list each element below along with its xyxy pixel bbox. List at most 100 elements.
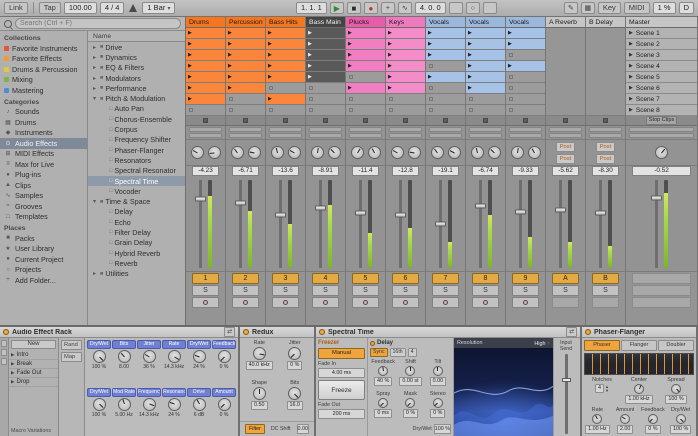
track-stop-button[interactable] [603,118,608,123]
send-a-knob[interactable] [310,146,324,159]
center-knob[interactable] [634,384,644,394]
arm-button[interactable] [232,297,259,308]
input-routing-chooser[interactable] [629,127,694,132]
input-routing-chooser[interactable] [389,127,422,132]
param-value[interactable]: 0 % [402,409,419,418]
macro-value[interactable]: 8.00 [119,364,129,370]
clip-slot-empty[interactable] [346,105,385,116]
input-routing-chooser[interactable] [589,127,622,132]
sidebar-item-current-project[interactable]: ● Current Project [0,254,87,265]
param-knob[interactable] [592,413,603,424]
hot-swap-icon[interactable]: ⇄ [566,327,577,337]
sidebar-item-add-folder[interactable]: + Add Folder... [0,275,87,286]
spread-knob[interactable] [671,384,681,394]
expander-icon[interactable]: ▸ [91,54,98,61]
clip-slot-empty[interactable] [266,105,305,116]
track-activator[interactable]: B [592,273,619,284]
macro-knob[interactable] [217,397,231,411]
send-b-post-toggle[interactable]: Post [555,153,576,164]
param-value[interactable]: 1.00 Hz [585,424,610,434]
sidebar-item-favorite-instruments[interactable]: Favorite Instruments [0,43,87,54]
arm-button[interactable] [392,297,419,308]
resolution-dropdown[interactable]: High ▾ [534,340,550,347]
fader-handle[interactable] [395,212,406,218]
clip-slot-filled[interactable]: ▶ [426,50,465,61]
sidebar-item-max-for-live[interactable]: ≡ Max for Live [0,159,87,170]
track-header[interactable]: Bass Hits [266,17,305,28]
browser-entry-frequency-shifter[interactable]: □ Frequency Shifter [88,135,185,145]
computer-midi-keyboard-icon[interactable]: ▦ [580,2,595,14]
macro-knob[interactable] [117,350,131,363]
output-routing-chooser[interactable] [549,133,582,138]
output-routing-chooser[interactable] [469,133,502,138]
browser-entry-time-space[interactable]: ▾ ■ Time & Space [88,196,185,206]
send-a-knob[interactable] [390,146,404,159]
clip-slot-filled[interactable]: ▶ [466,61,505,72]
clip-slot-filled[interactable]: ▶ [226,28,265,39]
send-b-knob[interactable] [207,146,221,159]
volume-fader[interactable] [315,180,326,268]
filter-toggle[interactable]: Filter [244,424,265,434]
sidebar-item-plug-ins[interactable]: ● Plug-ins [0,170,87,181]
macro-knob[interactable] [92,350,106,363]
volume-display[interactable]: -8.30 [592,166,619,176]
freeze-mode-manual-button[interactable]: Manual [318,348,365,359]
track-stop-button[interactable] [443,118,448,123]
param-value[interactable]: 40 % [374,377,393,386]
send-a-knob[interactable] [470,146,484,159]
volume-display[interactable]: -5.62 [552,166,579,176]
track-header[interactable]: Vocals [426,17,465,28]
variation-launch-icon[interactable]: ▶ [11,352,14,358]
volume-fader[interactable] [595,180,606,268]
macro-value[interactable]: 14.3 kHz [139,412,159,418]
fader-handle[interactable] [315,205,326,211]
input-routing-chooser[interactable] [509,127,542,132]
device-activator-icon[interactable] [243,329,249,335]
variation-row-break[interactable]: ▶ Break [9,360,58,369]
clip-slot-empty[interactable] [466,94,505,105]
clip-slot-empty[interactable] [186,105,225,116]
sidebar-item-clips[interactable]: ▲ Clips [0,180,87,191]
sidebar-item-drums[interactable]: ▦ Drums [0,117,87,128]
track-header[interactable]: Percussion [226,17,265,28]
clip-slot-empty[interactable] [426,105,465,116]
clip-slot-filled[interactable]: ▶ [506,61,545,72]
clip-slot-empty[interactable] [346,94,385,105]
clip-slot-filled[interactable]: ▶ [466,50,505,61]
solo-button[interactable]: S [312,285,339,296]
sidebar-item-projects[interactable]: ○ Projects [0,265,87,276]
clip-slot-filled[interactable]: ▶ [186,28,225,39]
browser-entry-corpus[interactable]: □ Corpus [88,124,185,134]
clip-slot-filled[interactable]: ▶ [346,83,385,94]
metronome-icon[interactable] [129,4,138,12]
macro-knob[interactable] [192,397,206,411]
track-stop-button[interactable] [563,118,568,123]
output-routing-chooser[interactable] [589,133,622,138]
dc-shift-value[interactable]: 0.00 [296,424,310,434]
solo-button[interactable]: S [472,285,499,296]
send-a-knob[interactable] [230,146,244,159]
send-b-knob[interactable] [527,146,541,159]
variation-launch-icon[interactable]: ▶ [11,379,14,385]
key-map-button[interactable]: Key [597,2,621,14]
track-header[interactable]: A Reverb [546,17,585,28]
param-value[interactable]: 16.0 [286,401,303,410]
expander-icon[interactable]: ▸ [91,64,98,71]
arm-button[interactable] [352,297,379,308]
clip-slot-filled[interactable]: ▶ [346,28,385,39]
macro-knob[interactable] [217,350,231,363]
track-stop-button[interactable] [403,118,408,123]
macro-name[interactable]: Mod Rate [112,387,136,397]
param-knob[interactable] [620,413,631,424]
param-value[interactable]: 0.00 [429,377,447,386]
rack-title-bar[interactable]: Audio Effect Rack ⇄ [0,327,238,338]
solo-button[interactable]: S [352,285,379,296]
input-routing-chooser[interactable] [229,127,262,132]
clip-slot-empty[interactable] [306,83,345,94]
clip-slot-empty[interactable] [466,105,505,116]
clip-slot-filled[interactable]: ▶ [466,72,505,83]
clip-slot-filled[interactable]: ▶ [186,72,225,83]
draw-mode-icon[interactable]: ✎ [563,2,578,14]
input-routing-chooser[interactable] [189,127,222,132]
expander-icon[interactable]: ▾ [91,198,98,205]
